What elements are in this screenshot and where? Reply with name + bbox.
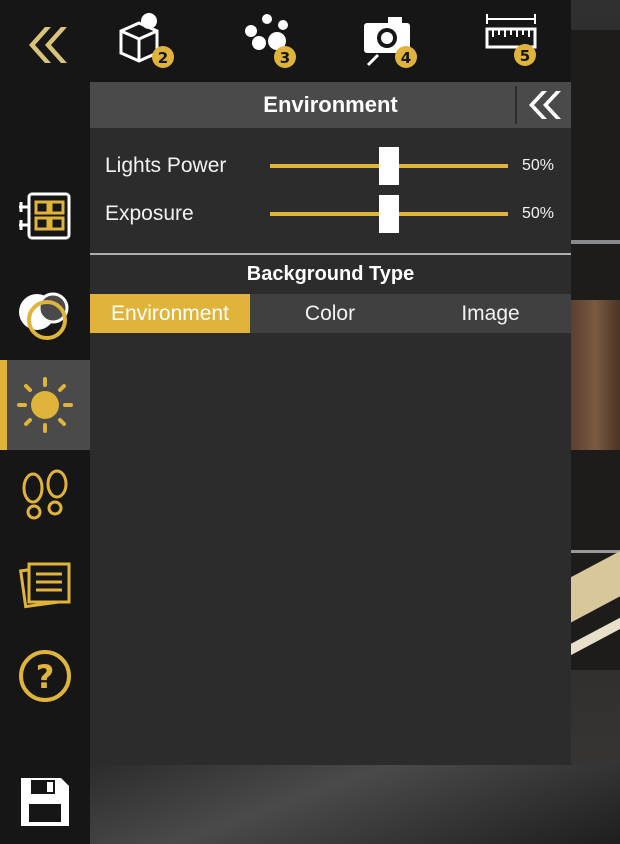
sun-icon: [17, 377, 73, 433]
collapse-toolbar-button[interactable]: [0, 0, 90, 90]
scene-bar: [571, 550, 620, 553]
slider-value: 50%: [522, 205, 555, 222]
slider-thumb[interactable]: [379, 195, 399, 233]
camera-icon: 4: [364, 17, 417, 68]
toolbar-item-nodes[interactable]: 3: [224, 6, 314, 76]
environment-panel: Environment Lights Power 50% Exposure 50…: [90, 82, 571, 765]
materials-icon: [19, 292, 69, 340]
panel-title: Environment: [263, 92, 398, 117]
tab-image[interactable]: Image: [410, 294, 571, 333]
save-button[interactable]: [0, 760, 90, 844]
shapes-icon: 2: [119, 13, 174, 68]
panel-header: Environment: [90, 82, 571, 128]
layout-grid-icon: [19, 192, 71, 240]
sidebar-item-materials[interactable]: [0, 270, 90, 358]
sidebar-item-help[interactable]: ?: [0, 632, 90, 720]
svg-text:4: 4: [401, 49, 411, 67]
tab-color[interactable]: Color: [250, 294, 410, 333]
svg-text:5: 5: [520, 47, 530, 65]
slider-label: Exposure: [105, 202, 194, 225]
collapse-panel-button[interactable]: [515, 86, 571, 124]
slider-label: Lights Power: [105, 154, 227, 177]
svg-text:3: 3: [280, 49, 290, 67]
slider-value: 50%: [522, 157, 555, 174]
notes-icon: [18, 562, 71, 609]
footprints-icon: [22, 469, 68, 520]
help-icon: ?: [19, 650, 71, 702]
slider-exposure: Exposure 50%: [90, 190, 571, 238]
divider: [90, 253, 571, 255]
scene-floor: [90, 765, 620, 844]
save-icon: [21, 778, 69, 826]
double-chevron-left-icon: [529, 91, 561, 119]
left-sidebar: ?: [0, 0, 90, 844]
nodes-icon: 3: [245, 14, 296, 68]
scene-rail: [571, 240, 620, 244]
ruler-icon: 5: [485, 14, 537, 66]
slider-lights-power: Lights Power 50%: [90, 142, 571, 190]
background-type-title: Background Type: [246, 263, 415, 285]
svg-text:2: 2: [158, 49, 168, 67]
sidebar-item-lighting[interactable]: [0, 360, 90, 450]
top-toolbar: 2 3 4 5: [90, 0, 571, 82]
slider-thumb[interactable]: [379, 147, 399, 185]
tab-environment[interactable]: Environment: [90, 294, 250, 333]
svg-text:?: ?: [36, 658, 55, 696]
toolbar-item-measure[interactable]: 5: [468, 6, 558, 76]
scene-interior-wall: [571, 300, 620, 450]
toolbar-item-shapes[interactable]: 2: [102, 6, 192, 76]
sidebar-item-notes[interactable]: [0, 540, 90, 628]
background-type-tabs: Environment Color Image: [90, 294, 571, 333]
toolbar-item-camera[interactable]: 4: [345, 6, 435, 76]
sidebar-item-walkthrough[interactable]: [0, 452, 90, 540]
sidebar-item-layout[interactable]: [0, 172, 90, 260]
double-chevron-left-icon: [29, 27, 67, 63]
